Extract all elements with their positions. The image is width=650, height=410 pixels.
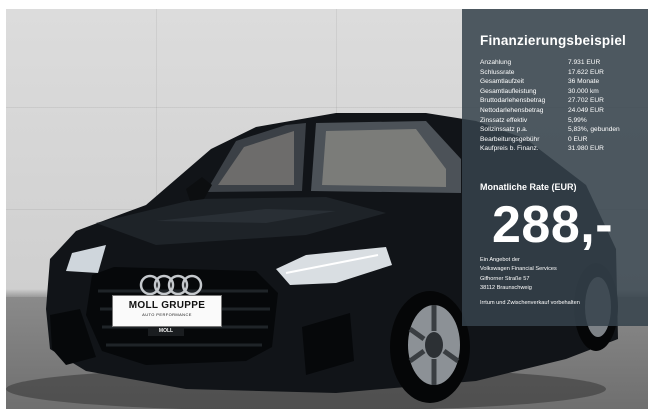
row-value: 27.702 EUR [568, 97, 604, 105]
row-value: 0 EUR [568, 135, 588, 143]
row-label: Sollzinssatz p.a. [480, 126, 528, 134]
row-label: Bruttodarlehensbetrag [480, 97, 546, 105]
finance-row: Zinssatz effektiv 5,99% [480, 116, 644, 126]
rate-value: 288,- [492, 196, 614, 254]
row-label: Nettodarlehensbetrag [480, 106, 544, 114]
offer-address: Ein Angebot der Volkswagen Financial Ser… [480, 256, 557, 293]
plate-brand: MOLL GRUPPE [128, 300, 206, 311]
offer-line: Volkswagen Financial Services [480, 266, 557, 273]
row-label: Anzahlung [480, 59, 512, 66]
finance-rows: Anzahlung 7.931 EUR Schlussrate 17.622 EUR… [480, 58, 644, 154]
finance-row: Nettodarlehensbetrag 24.049 EUR [480, 106, 644, 116]
row-label: Bearbeitungsgebühr [480, 135, 540, 143]
finance-row: Anzahlung 7.931 EUR [480, 58, 644, 68]
finance-row: Kaufpreis b. Finanz. 31.980 EUR [480, 144, 644, 154]
plate-subline: AUTO PERFORMANCE [142, 312, 192, 317]
row-value: 30.000 km [568, 87, 599, 95]
offer-line: 38112 Braunschweig [480, 284, 532, 291]
finance-row: Bruttodarlehensbetrag 27.702 EUR [480, 96, 644, 106]
finance-row: Schlussrate 17.622 EUR [480, 68, 644, 78]
license-plate: MOLL GRUPPE AUTO PERFORMANCE [112, 295, 222, 327]
plate-badge: MOLL [148, 327, 184, 336]
row-label: Gesamtlaufzeit [480, 78, 524, 86]
row-value: 5,83%, gebunden [568, 126, 620, 134]
disclaimer: Irrtum und Zwischenverkauf vorbehalten [480, 300, 580, 306]
row-label: Schlussrate [480, 68, 515, 76]
offer-line: Gifhorner Straße 57 [480, 275, 530, 282]
finance-row: Bearbeitungsgebühr 0 EUR [480, 135, 644, 145]
panel-title: Finanzierungsbeispiel [480, 33, 626, 48]
row-value: 17.622 EUR [568, 68, 604, 76]
rate-label: Monatliche Rate (EUR) [480, 182, 577, 192]
row-label: Gesamtlaufleistung [480, 87, 537, 95]
finance-row: Sollzinssatz p.a. 5,83%, gebunden [480, 125, 644, 135]
row-label: Zinssatz effektiv [480, 116, 528, 124]
finance-row: Gesamtlaufleistung 30.000 km [480, 87, 644, 97]
finance-row: Gesamtlaufzeit 36 Monate [480, 77, 644, 87]
offer-line: Ein Angebot der [480, 257, 520, 263]
row-value: 24.049 EUR [568, 106, 604, 114]
row-value: 7.931 EUR [568, 59, 601, 66]
row-value: 36 Monate [568, 78, 600, 86]
finance-panel: Finanzierungsbeispiel Anzahlung 7.931 EUR… [462, 9, 648, 326]
row-label: Kaufpreis b. Finanz. [480, 145, 539, 153]
row-value: 31.980 EUR [568, 145, 604, 153]
row-value: 5,99% [568, 116, 587, 124]
